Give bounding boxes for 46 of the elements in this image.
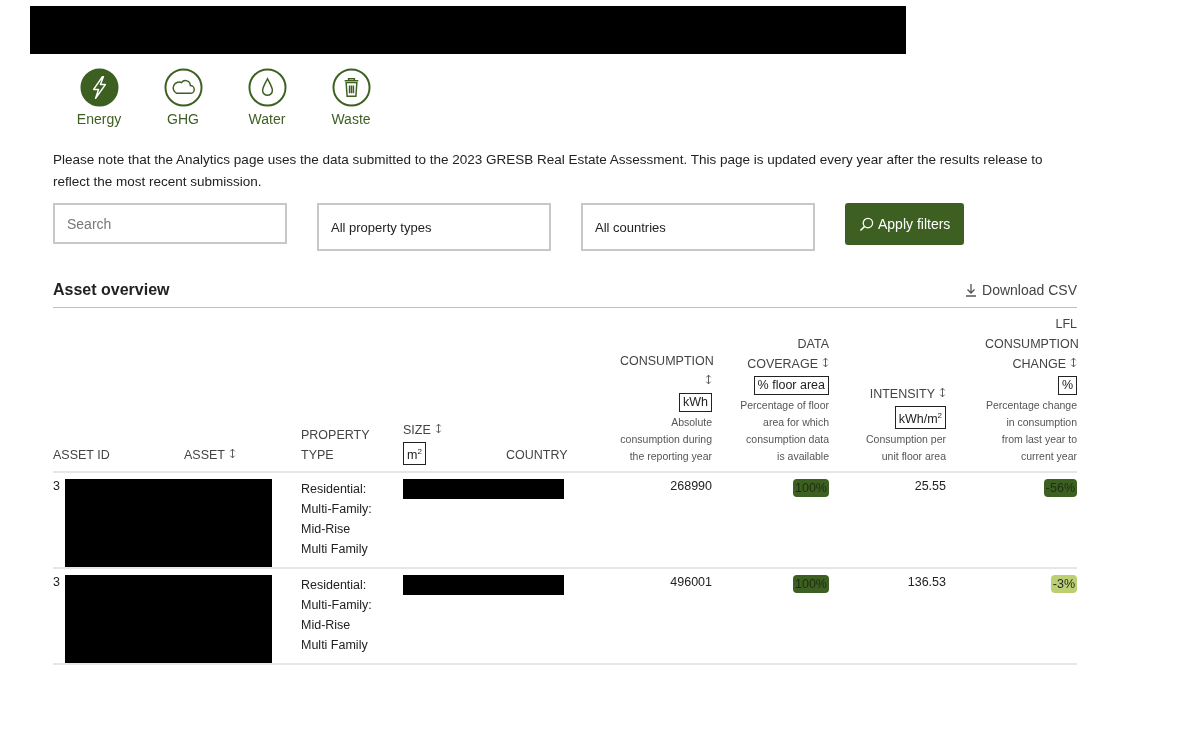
column-description: Consumption per unit floor area [865,432,946,464]
column-header: ASSET ID [53,447,110,464]
sort-icon[interactable] [939,386,946,398]
column-header[interactable]: LFL CONSUMPTION CHANGE [985,314,1077,374]
category-tab[interactable]: Water [239,68,295,127]
column-header[interactable]: SIZE [403,419,442,440]
column-header[interactable]: CONSUMPTION [620,351,712,391]
search-icon [859,216,874,232]
unit-label: m$^{2}$ [403,441,426,465]
column-description: Percentage change in consumption from last year to current year [985,398,1077,464]
unit-label: % floor area [753,376,829,395]
section-title: Asset overview [53,281,170,299]
unit-label: kWh/m$^{2}$ [894,405,946,429]
column-header[interactable]: DATA COVERAGE [737,334,829,374]
column-header[interactable]: INTENSITY [869,383,946,404]
lfl-change-badge: -3% [1050,575,1077,593]
property-type-cell-text: Residential: Multi-Family: Mid-Rise Multi Family [301,577,373,654]
category-tab[interactable]: Energy [71,68,127,127]
category-tab[interactable]: GHG [155,68,211,127]
property-type-dropdown[interactable]: All property types [317,203,551,251]
column-header: PROPERTY TYPE [301,427,371,464]
sort-icon[interactable] [1070,357,1077,368]
consumption-cell: 268990 [670,479,712,493]
notice-text: Please note that the Analytics page uses the data submitted to the 2023 GRESB Real Estate Assessment. This page is updated every year after the results release to reflect the most recent submission. [53,151,1044,191]
column-description: Absolute consumption during the reporting year [620,415,712,464]
apply-filters-button[interactable]: Apply filters [845,203,965,245]
asset-id-cell: 3 [53,479,60,493]
column-header[interactable]: ASSET [184,445,236,465]
sort-icon[interactable] [705,374,712,385]
country-dropdown[interactable]: All countries [581,203,815,251]
column-description: Percentage of floor area for which consumption data is available [739,398,829,464]
download-icon [964,283,979,297]
download-csv-link[interactable]: Download CSV [964,282,1077,298]
search-field[interactable]: Search [53,203,287,244]
consumption-cell: 496001 [670,575,712,589]
intensity-cell: 136.53 [907,575,946,589]
sort-icon[interactable] [434,422,442,434]
column-header: COUNTRY [506,447,568,464]
sort-icon[interactable] [229,448,236,459]
sort-icon[interactable] [822,357,829,368]
category-tab[interactable]: Waste [323,68,379,127]
intensity-cell: 25.55 [914,479,946,493]
unit-label: % [1057,376,1077,395]
property-type-cell-text: Residential: Multi-Family: Mid-Rise Multi Family [301,481,373,558]
asset-id-cell: 3 [53,575,60,589]
unit-label: kWh [679,393,712,412]
